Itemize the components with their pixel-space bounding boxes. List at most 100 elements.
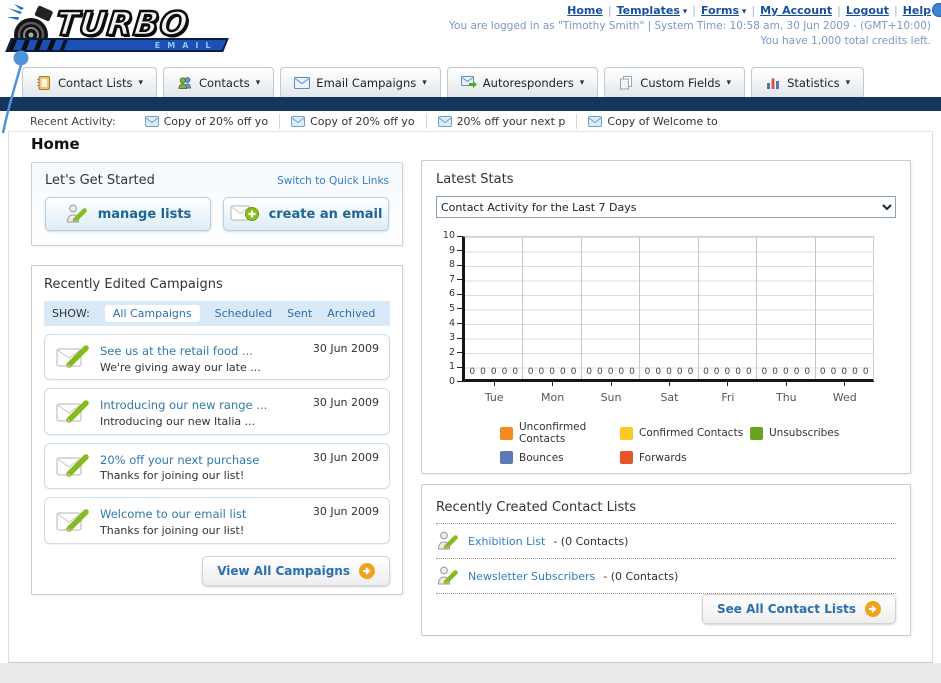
person-pencil-icon [436,564,460,588]
campaign-title-link[interactable]: 20% off your next purchase [100,453,259,467]
statistics-icon [765,75,781,91]
data-point-label: 0 [655,367,662,377]
campaign-list: See us at the retail food ... We're givin… [44,334,390,544]
filter-archived[interactable]: Archived [327,307,375,320]
chart-day-group: 00000 [465,237,524,379]
help-balloon-icon[interactable] [932,3,941,17]
top-nav-link-home[interactable]: Home [567,4,603,17]
latest-stats-panel: Latest Stats Contact Activity for the La… [421,160,911,474]
campaign-row[interactable]: See us at the retail food ... We're givin… [44,334,390,381]
campaign-row[interactable]: Introducing our new range ... Introducing… [44,388,390,435]
recent-activity-bar: Recent Activity: Copy of 20% off yo Copy … [8,111,933,132]
see-all-contact-lists-label: See All Contact Lists [716,602,856,616]
data-point-label: 0 [819,367,826,377]
view-all-campaigns-button[interactable]: View All Campaigns [202,555,390,586]
chevron-down-icon: ▾ [255,77,261,88]
data-point-label: 0 [746,367,752,377]
recent-activity-item[interactable]: Copy of 20% off yo [279,113,426,129]
stats-dropdown[interactable]: Contact Activity for the Last 7 Days [436,196,896,218]
x-tick: Wed [816,382,874,405]
top-nav-link-forms[interactable]: Forms [701,4,739,17]
logo-email-bar: EMAIL [61,38,229,52]
x-tick-mark [610,382,612,386]
top-nav-link-my-account[interactable]: My Account [760,4,832,17]
contact-list-row[interactable]: Exhibition List - (0 Contacts) [436,524,896,559]
recent-activity-item[interactable]: Copy of Welcome to [576,113,728,129]
tab-custom-fields[interactable]: Custom Fields ▾ [604,67,746,97]
x-tick-label: Mon [541,391,565,404]
latest-stats-title: Latest Stats [436,172,514,187]
turbo-email-app: TURBO EMAIL Home | Templates ▾ | Forms ▾ | My … [0,0,941,683]
filter-scheduled[interactable]: Scheduled [215,307,273,320]
tab-contact-lists[interactable]: Contact Lists ▾ [22,67,158,97]
contact-list-row[interactable]: Newsletter Subscribers - (0 Contacts) [436,559,896,594]
chart-day-group: 00000 [816,237,873,379]
person-pencil-icon [436,529,460,553]
x-tick-mark [668,382,670,386]
top-nav-link-logout[interactable]: Logout [846,4,889,17]
contact-list-link[interactable]: Exhibition List [468,535,545,548]
x-tick-label: Sun [600,391,622,404]
create-an-email-button[interactable]: create an email [223,197,389,231]
show-label: SHOW: [52,307,90,320]
chart-y-axis: 10 9 8 7 6 5 4 3 2 1 0 [436,231,462,386]
data-point-label: 0 [501,367,508,377]
data-point-labels: 00000 [699,367,756,377]
top-nav-link-help[interactable]: Help [903,4,931,17]
manage-lists-button[interactable]: manage lists [45,197,211,231]
activity-item-label: 20% off your next p [456,114,566,128]
campaign-date: 30 Jun 2009 [312,396,379,410]
page-title: Home [31,135,80,153]
legend-label: Forwards [639,451,687,464]
legend-swatch [500,426,513,440]
data-point-label: 0 [782,367,789,377]
arrow-circle-icon [359,562,375,579]
top-nav-link-templates[interactable]: Templates [617,4,680,17]
x-tick-mark [727,382,729,386]
envelope-small-icon [291,115,306,127]
tab-contacts[interactable]: Contacts ▾ [163,67,275,97]
data-point-label: 0 [841,367,848,377]
campaign-title-link[interactable]: Welcome to our email list [100,507,246,521]
campaign-subtitle: Introducing our new Italia ... [100,415,256,429]
data-point-label: 0 [469,367,476,377]
filter-sent[interactable]: Sent [287,307,312,320]
get-started-panel: Let's Get Started Switch to Quick Links … [31,162,403,246]
data-point-label: 0 [804,367,811,377]
chart-day-group: 00000 [640,237,699,379]
switch-to-quick-links[interactable]: Switch to Quick Links [277,175,389,187]
envelope-small-icon [588,115,603,127]
tab-label: Contacts [199,75,250,90]
view-all-campaigns-label: View All Campaigns [217,563,350,578]
campaign-row[interactable]: Welcome to our email list Thanks for join… [44,497,390,544]
filter-all-campaigns[interactable]: All Campaigns [104,305,200,322]
tab-label: Statistics [787,75,840,90]
contact-lists-panel: Recently Created Contact Lists Exhibitio… [421,484,911,636]
tab-label: Contact Lists [58,75,133,90]
contact-list-detail: - (0 Contacts) [603,569,679,583]
campaign-title-link[interactable]: See us at the retail food ... [100,344,253,358]
data-point-label: 0 [713,367,720,377]
data-point-label: 0 [538,367,545,377]
contact-lists-title: Recently Created Contact Lists [436,500,637,515]
bottom-gray-strip [0,663,941,683]
top-nav-links: Home | Templates ▾ | Forms ▾ | My Account | Logo… [449,4,931,17]
x-tick-label: Thu [775,391,797,404]
chevron-down-icon: ▾ [422,77,427,88]
tab-autoresponders[interactable]: Autoresponders ▾ [446,67,599,97]
chart-plot: 00000000000000000000000000000000000 [462,236,874,382]
tab-email-campaigns[interactable]: Email Campaigns ▾ [280,67,441,97]
see-all-contact-lists-button[interactable]: See All Contact Lists [701,594,896,624]
tab-statistics[interactable]: Statistics ▾ [751,67,865,97]
contact-list-link[interactable]: Newsletter Subscribers [468,570,595,583]
campaign-row[interactable]: 20% off your next purchase Thanks for joi… [44,442,390,490]
x-tick: Sat [640,382,698,405]
data-point-labels: 00000 [465,367,522,377]
address-book-icon [36,75,52,91]
recent-activity-item[interactable]: Copy of 20% off yo [134,114,280,129]
activity-item-label: Copy of 20% off yo [163,114,269,128]
campaign-title-link[interactable]: Introducing our new range ... [100,398,267,412]
recent-activity-item[interactable]: 20% off your next p [425,113,577,129]
contact-activity-chart: 10 9 8 7 6 5 4 3 2 1 0 000000000000000000000000000… [436,231,896,405]
logo-subtitle-text: EMAIL [155,40,218,50]
